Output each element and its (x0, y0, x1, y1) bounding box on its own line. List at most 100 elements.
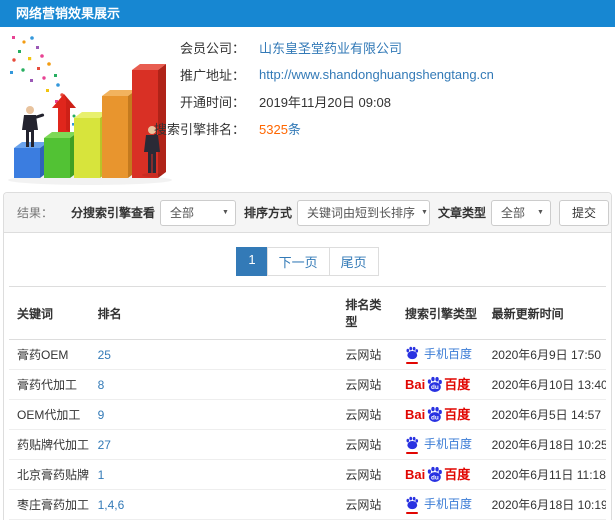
engine-type-cell: Bai du 百度 (397, 339, 484, 370)
article-type-value: 全部 (500, 206, 525, 220)
svg-text:du: du (431, 384, 439, 391)
rank-count-number: 5325 (259, 122, 288, 137)
confetti-decoration (10, 36, 82, 129)
engine-filter-select[interactable]: 全部 ▼ (159, 199, 236, 226)
table-header-row: 关键词 排名 排名类型 搜索引擎类型 最新更新时间 (9, 286, 606, 340)
results-table-wrap: 关键词 排名 排名类型 搜索引擎类型 最新更新时间 膏药OEM 25 云网站 B… (4, 286, 611, 520)
rank-link[interactable]: 8 (98, 378, 105, 392)
keyword-cell: OEM代加工 (9, 399, 90, 430)
company-link[interactable]: 山东皇圣堂药业有限公司 (259, 38, 402, 57)
rank-cell: 9 (89, 399, 338, 430)
rank-type-cell: 云网站 (337, 339, 398, 370)
mobile-baidu-badge: 手机百度 (405, 496, 472, 514)
rank-type-cell: 云网站 (337, 459, 398, 490)
rank-link[interactable]: 25 (98, 348, 111, 362)
promo-url-row: 推广地址： http://www.shandonghuangshengtang.… (130, 61, 610, 88)
keyword-cell: 枣庄膏药加工 (9, 489, 90, 520)
results-table-body: 膏药OEM 25 云网站 Bai du 百度 (9, 339, 606, 520)
rank-link[interactable]: 9 (98, 408, 105, 422)
table-row: 枣庄膏药加工 1,4,6 云网站 Bai du 百度 (9, 489, 606, 520)
updated-cell: 2020年6月10日 13:40 (483, 369, 606, 400)
baidu-pc-badge: Bai du 百度 (405, 376, 471, 392)
updated-cell: 2020年6月9日 17:50 (483, 339, 606, 370)
updated-cell: 2020年6月5日 14:57 (483, 399, 606, 430)
baidu-pc-badge: Bai du 百度 (405, 466, 471, 482)
article-type-select[interactable]: 全部 ▼ (490, 199, 551, 226)
table-row: 膏药OEM 25 云网站 Bai du 百度 (9, 339, 606, 370)
rank-count-value[interactable]: 5325条 (259, 119, 301, 138)
svg-text:du: du (431, 414, 439, 421)
engine-type-cell: Bai du 百度 (397, 399, 484, 430)
company-label: 会员公司： (179, 41, 245, 56)
next-page-button[interactable]: 下一页 (266, 247, 330, 276)
sort-label: 排序方式 (243, 206, 292, 220)
businessman-left (22, 106, 45, 147)
col-header-rank: 排名 (89, 286, 338, 340)
promo-url-label: 推广地址： (179, 68, 245, 83)
rank-type-cell: 云网站 (337, 399, 398, 430)
engine-type-cell: Bai du 百度 (397, 459, 484, 490)
rank-count-row: 搜索引擎排名： 5325条 (130, 115, 610, 142)
rank-cell: 1 (89, 459, 338, 490)
rank-link[interactable]: 27 (98, 438, 111, 452)
baidu-paw-icon: du (428, 466, 443, 482)
col-header-rank-type: 排名类型 (337, 286, 398, 340)
caret-down-icon: ▼ (420, 209, 428, 216)
page: 网络营销效果展示 会员公司： 山东皇圣堂药业有限公司 推广地址： http://… (0, 0, 615, 520)
keyword-cell: 膏药代加工 (9, 369, 90, 400)
article-type-label: 文章类型 (437, 206, 486, 220)
engine-filter-label: 分搜索引擎查看 (70, 206, 155, 220)
rank-link[interactable]: 1,4,6 (98, 498, 125, 512)
table-row: 膏药代加工 8 云网站 Bai du 百度 2020年6月10日 13:40 (9, 369, 606, 400)
mobile-baidu-badge: 手机百度 (405, 436, 472, 454)
engine-type-cell: Bai du 百度 (397, 489, 484, 520)
page-1-button[interactable]: 1 (236, 247, 268, 276)
sort-select[interactable]: 关键词由短到长排序 ▼ (296, 199, 430, 226)
baidu-mobile-underline (406, 512, 419, 514)
filter-controls: 分搜索引擎查看 全部 ▼ 排序方式 关键词由短到长排序 ▼ 文章类型 全部 ▼ … (63, 199, 609, 226)
engine-type-cell: Bai du 百度 (397, 369, 484, 400)
rank-type-cell: 云网站 (337, 369, 398, 400)
results-panel: 结果： 分搜索引擎查看 全部 ▼ 排序方式 关键词由短到长排序 ▼ 文章类型 全… (3, 192, 612, 520)
rank-cell: 25 (89, 339, 338, 370)
rank-cell: 27 (89, 429, 338, 460)
filter-bar: 结果： 分搜索引擎查看 全部 ▼ 排序方式 关键词由短到长排序 ▼ 文章类型 全… (4, 193, 611, 233)
up-arrow-icon (52, 94, 76, 132)
baidu-paw-icon (406, 346, 419, 360)
open-time-label: 开通时间： (179, 95, 245, 110)
engine-type-cell: Bai du 百度 (397, 429, 484, 460)
page-title: 网络营销效果展示 (16, 6, 121, 21)
open-time-row: 开通时间： 2019年11月20日 09:08 (130, 88, 610, 115)
baidu-paw-icon (406, 496, 419, 510)
col-header-updated: 最新更新时间 (483, 286, 606, 340)
baidu-mobile-underline (406, 362, 419, 364)
caret-down-icon: ▼ (537, 209, 544, 216)
open-time-value: 2019年11月20日 09:08 (259, 95, 392, 110)
promo-url-link[interactable]: http://www.shandonghuangshengtang.cn (259, 67, 494, 82)
rank-count-label: 搜索引擎排名： (153, 122, 245, 137)
keyword-cell: 药贴牌代加工 (9, 429, 90, 460)
rank-type-cell: 云网站 (337, 489, 398, 520)
submit-button[interactable]: 提交 (558, 199, 609, 226)
col-header-engine-type: 搜索引擎类型 (397, 286, 484, 340)
result-label: 结果： (17, 206, 54, 220)
last-page-button[interactable]: 尾页 (328, 247, 379, 276)
baidu-paw-icon: du (428, 376, 443, 392)
baidu-mobile-underline (406, 452, 419, 454)
rank-cell: 8 (89, 369, 338, 400)
sort-value: 关键词由短到长排序 (306, 206, 415, 220)
mobile-baidu-badge: 手机百度 (405, 346, 472, 364)
updated-cell: 2020年6月18日 10:25 (483, 429, 606, 460)
engine-filter-value: 全部 (169, 206, 194, 220)
baidu-paw-icon (406, 436, 419, 450)
account-info: 会员公司： 山东皇圣堂药业有限公司 推广地址： http://www.shand… (130, 34, 610, 142)
table-row: 药贴牌代加工 27 云网站 Bai du 百度 (9, 429, 606, 460)
results-table: 关键词 排名 排名类型 搜索引擎类型 最新更新时间 膏药OEM 25 云网站 B… (9, 286, 606, 520)
rank-type-cell: 云网站 (337, 429, 398, 460)
pagination: 1 下一页 尾页 (4, 247, 611, 276)
updated-cell: 2020年6月11日 11:18 (483, 459, 606, 490)
rank-link[interactable]: 1 (98, 468, 105, 482)
col-header-keyword: 关键词 (9, 286, 90, 340)
rank-count-suffix: 条 (287, 122, 301, 137)
table-row: OEM代加工 9 云网站 Bai du 百度 2020年6月5日 14:57 (9, 399, 606, 430)
